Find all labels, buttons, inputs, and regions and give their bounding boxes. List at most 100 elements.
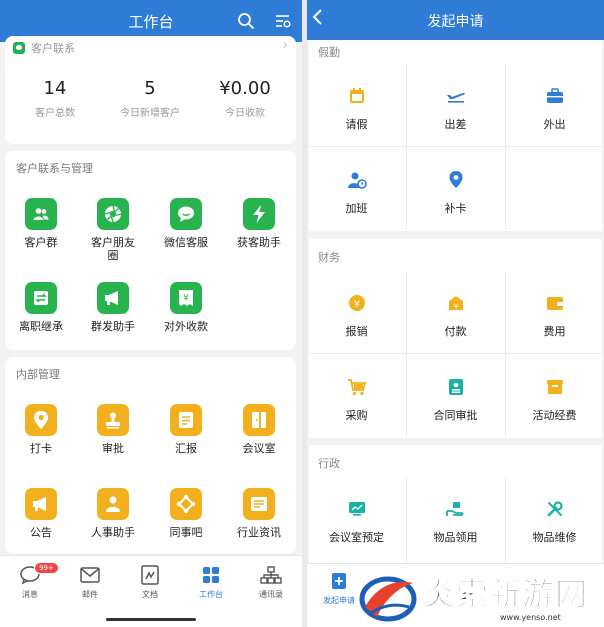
tab-mail[interactable]: 邮件 [60, 564, 120, 600]
grid-icon [200, 564, 222, 586]
document-icon [139, 564, 161, 586]
megaphone-icon [25, 488, 57, 520]
tab-documents[interactable]: 文档 [120, 564, 180, 600]
list-settings-icon[interactable] [274, 12, 292, 30]
app-mass-send[interactable]: 群发助手 [77, 282, 149, 333]
section-title: 行政 [318, 457, 340, 470]
apply-business-trip[interactable]: 出差 [408, 64, 503, 146]
customer-management-section: 客户联系与管理 客户群 客户朋友圈 微信客服 获客助手 离职继承 群发助手 ¥ … [5, 151, 296, 350]
calendar-icon [347, 86, 367, 106]
apply-leave[interactable]: 请假 [309, 64, 404, 146]
aperture-icon [97, 198, 129, 230]
apply-outing[interactable]: 外出 [507, 64, 602, 146]
presentation-icon [347, 499, 367, 519]
section-title: 财务 [318, 251, 340, 264]
app-colleague-forum[interactable]: 同事吧 [150, 488, 222, 539]
door-icon [243, 404, 275, 436]
tab-contacts[interactable]: 通讯录 [241, 564, 301, 600]
network-icon [170, 488, 202, 520]
app-resignation-inherit[interactable]: 离职继承 [5, 282, 77, 333]
report-icon [170, 404, 202, 436]
app-checkin[interactable]: 打卡 [5, 404, 77, 455]
payment-icon: ¥ [446, 293, 466, 313]
person-clock-icon [347, 170, 367, 190]
page-title: 发起申请 [427, 14, 484, 30]
apply-item-repair[interactable]: 物品维修 [507, 477, 602, 559]
unread-badge: 99+ [34, 562, 59, 574]
tab-messages[interactable]: 99+ 消息 [0, 562, 60, 600]
chat-bubble-icon [170, 198, 202, 230]
lightning-icon [243, 198, 275, 230]
watermark-url: www.yenso.net [500, 613, 561, 622]
airplane-icon [446, 86, 466, 106]
bottom-tab-bar: 99+ 消息 邮件 文档 工作台 通讯录 [0, 555, 302, 627]
svg-text:¥: ¥ [183, 294, 189, 304]
app-approval[interactable]: 审批 [77, 404, 149, 455]
section-title: 客户联系与管理 [16, 162, 93, 175]
app-hr-assistant[interactable]: 人事助手 [77, 488, 149, 539]
apply-reimbursement[interactable]: ¥ 报销 [309, 271, 404, 353]
app-wechat-service[interactable]: 微信客服 [150, 198, 222, 249]
app-acquisition-assistant[interactable]: 获客助手 [223, 198, 295, 249]
chevron-right-icon[interactable]: › [283, 38, 288, 53]
apply-purchase[interactable]: 采购 [309, 355, 404, 437]
wallet-icon [545, 293, 565, 313]
stamp-icon [97, 404, 129, 436]
section-title: 内部管理 [16, 368, 60, 381]
apply-meeting-room-booking[interactable]: 会议室预定 [309, 477, 404, 559]
wrench-icon [545, 499, 565, 519]
mail-icon [79, 564, 101, 586]
transfer-icon [25, 282, 57, 314]
hand-item-icon [445, 499, 466, 519]
gift-box-icon [545, 377, 565, 397]
section-title: 假勤 [318, 46, 340, 59]
stat-today-income[interactable]: ¥0.00 今日收款 [197, 78, 293, 119]
apply-header: 发起申请 [307, 0, 604, 40]
location-pin-icon [446, 170, 466, 190]
tab-workbench[interactable]: 工作台 [181, 564, 241, 600]
workbench-pane: 工作台 客户联系 › 14 客户总数 5 今日新增客户 ¥0.00 今日收款 客… [0, 0, 302, 627]
watermark-text: 炎索新游网 [422, 575, 589, 614]
app-external-payment[interactable]: ¥ 对外收款 [150, 282, 222, 333]
yuan-coin-icon: ¥ [347, 293, 367, 313]
admin-section: 行政 会议室预定 物品领用 物品维修 [309, 445, 602, 565]
finance-section: 财务 ¥ 报销 ¥ 付款 费用 采购 合同审批 活动经费 [309, 239, 602, 438]
wechat-icon [13, 42, 25, 54]
apply-pane: 发起申请 假勤 请假 出差 外出 加班 补卡 财务 ¥ 报销 ¥ 付款 费用 采… [307, 0, 604, 627]
news-icon [243, 488, 275, 520]
app-report[interactable]: 汇报 [150, 404, 222, 455]
svg-text:¥: ¥ [353, 299, 359, 310]
internal-management-section: 内部管理 打卡 审批 汇报 会议室 公告 人事助手 同事吧 行业资讯 [5, 357, 296, 553]
apply-expense[interactable]: 费用 [507, 271, 602, 353]
briefcase-icon [545, 86, 565, 106]
apply-contract-approval[interactable]: 合同审批 [408, 355, 503, 437]
stat-new-customers[interactable]: 5 今日新增客户 [102, 78, 198, 119]
apply-activity-fund[interactable]: 活动经费 [507, 355, 602, 437]
cart-icon [347, 377, 367, 397]
person-icon [97, 488, 129, 520]
search-icon[interactable] [237, 12, 255, 30]
home-indicator[interactable] [106, 618, 196, 621]
app-customer-moments[interactable]: 客户朋友圈 [77, 198, 149, 262]
stat-total-customers[interactable]: 14 客户总数 [7, 78, 103, 119]
page-title: 工作台 [128, 13, 174, 31]
app-industry-news[interactable]: 行业资讯 [223, 488, 295, 539]
app-meeting-room[interactable]: 会议室 [223, 404, 295, 455]
apply-missed-punch[interactable]: 补卡 [408, 148, 503, 230]
customer-stats-card[interactable]: 客户联系 › 14 客户总数 5 今日新增客户 ¥0.00 今日收款 [5, 36, 296, 144]
svg-text:¥: ¥ [453, 303, 458, 311]
watermark-logo-icon [359, 576, 417, 622]
apply-item-requisition[interactable]: 物品领用 [408, 477, 503, 559]
apply-overtime[interactable]: 加班 [309, 148, 404, 230]
app-customer-group[interactable]: 客户群 [5, 198, 77, 249]
watermark: 炎索新游网 www.yenso.net [355, 567, 604, 627]
app-announcement[interactable]: 公告 [5, 488, 77, 539]
org-chart-icon [260, 564, 282, 586]
attendance-section: 假勤 请假 出差 外出 加班 补卡 [309, 40, 602, 231]
contract-icon [446, 377, 466, 397]
stats-card-title: 客户联系 [31, 42, 75, 55]
plus-doc-icon [328, 570, 350, 592]
location-pin-icon [25, 404, 57, 436]
yuan-receipt-icon: ¥ [170, 282, 202, 314]
apply-payment[interactable]: ¥ 付款 [408, 271, 503, 353]
